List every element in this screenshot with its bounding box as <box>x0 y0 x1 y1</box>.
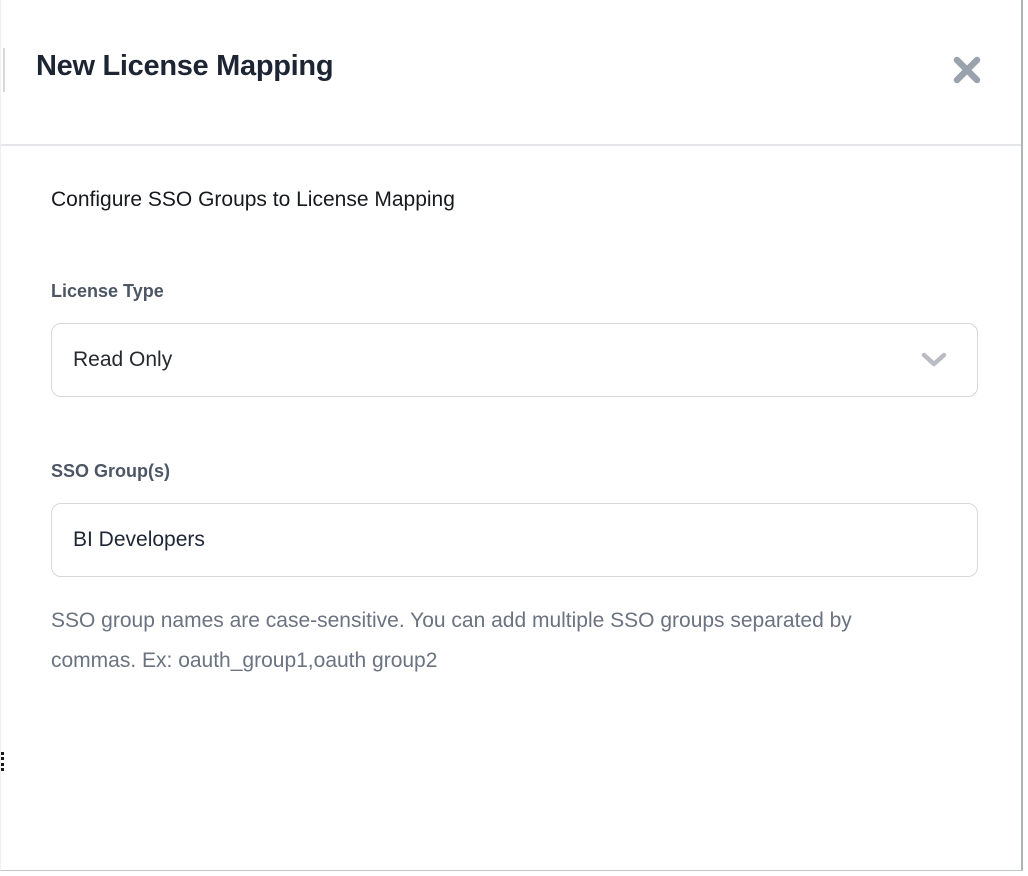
sso-groups-label: SSO Group(s) <box>51 460 976 482</box>
modal-header: New License Mapping <box>1 0 1021 146</box>
page: New License Mapping Configure SSO Groups… <box>0 0 1028 876</box>
sso-groups-input[interactable] <box>51 503 978 577</box>
license-type-select[interactable]: Read Only <box>51 323 978 397</box>
background-edge-artifact <box>3 48 5 92</box>
close-icon <box>952 55 982 85</box>
license-type-selected-value: Read Only <box>73 348 172 372</box>
close-button[interactable] <box>949 52 985 88</box>
background-list-icon <box>1 752 4 774</box>
sso-groups-help-text: SSO group names are case-sensitive. You … <box>51 601 903 681</box>
chevron-down-icon <box>921 352 947 368</box>
modal-body: Configure SSO Groups to License Mapping … <box>1 146 1021 681</box>
modal-title: New License Mapping <box>36 50 333 83</box>
new-license-mapping-modal: New License Mapping Configure SSO Groups… <box>0 0 1023 871</box>
modal-description: Configure SSO Groups to License Mapping <box>51 186 976 214</box>
license-type-label: License Type <box>51 280 976 302</box>
